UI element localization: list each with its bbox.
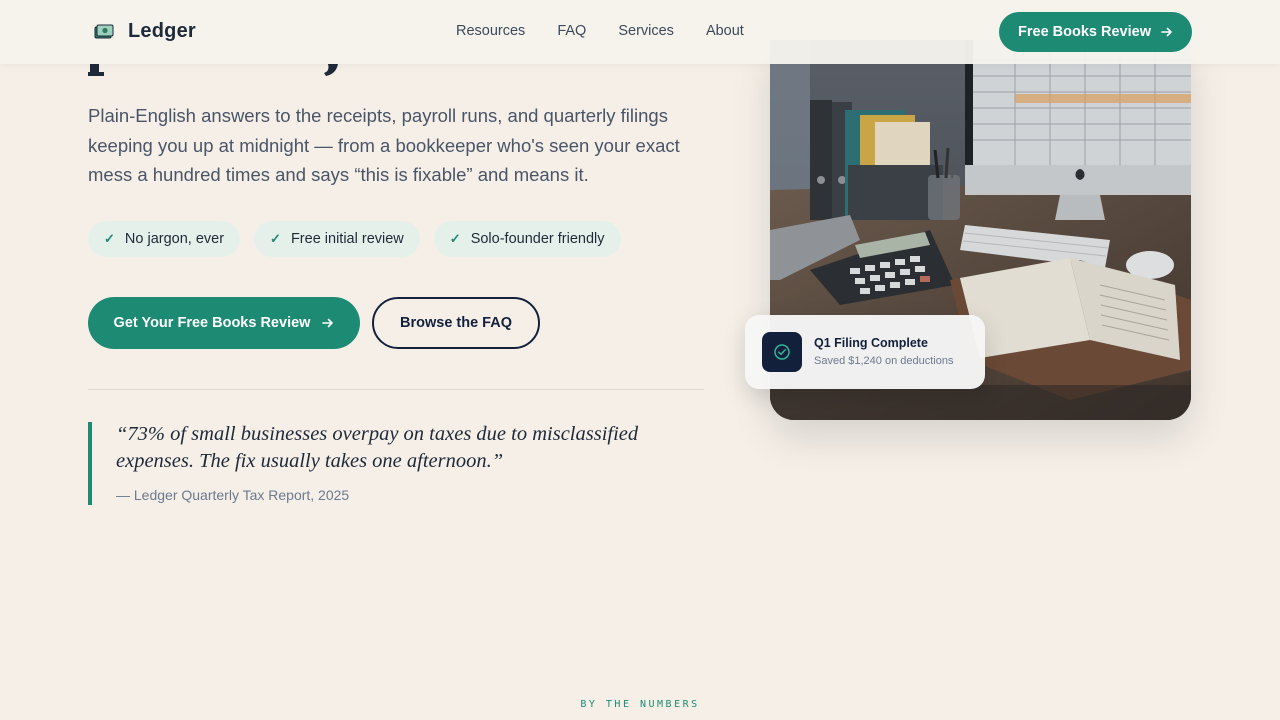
toast-title: Q1 Filing Complete bbox=[814, 336, 928, 350]
arrow-right-icon bbox=[1161, 27, 1172, 37]
check-circle-icon bbox=[762, 332, 802, 372]
feature-chips: ✓ No jargon, ever ✓ Free initial review … bbox=[88, 221, 621, 257]
secondary-cta-label: Browse the FAQ bbox=[400, 315, 512, 331]
check-icon: ✓ bbox=[449, 231, 461, 246]
hero-subtitle: Plain-English answers to the receipts, p… bbox=[88, 105, 680, 185]
ledger-money-icon bbox=[94, 24, 114, 38]
nav-link-resources[interactable]: Resources bbox=[456, 23, 525, 39]
pull-quote: “73% of small businesses overpay on taxe… bbox=[116, 423, 639, 472]
main-nav: Resources FAQ Services About bbox=[456, 23, 744, 39]
divider bbox=[88, 389, 704, 390]
brand-logo[interactable]: Ledger bbox=[94, 20, 196, 43]
chip-no-jargon: ✓ No jargon, ever bbox=[88, 221, 241, 257]
header-cta-label: Free Books Review bbox=[1018, 24, 1151, 40]
quote-accent-bar bbox=[88, 422, 92, 505]
chip-free-review: ✓ Free initial review bbox=[254, 221, 420, 257]
nav-link-faq[interactable]: FAQ bbox=[557, 23, 586, 39]
site-header: Ledger Resources FAQ Services About Free… bbox=[0, 0, 1280, 64]
primary-cta-label: Get Your Free Books Review bbox=[113, 315, 311, 331]
nav-link-services[interactable]: Services bbox=[618, 23, 674, 39]
chip-label: Free initial review bbox=[290, 231, 404, 247]
chip-solo-founder: ✓ Solo-founder friendly bbox=[433, 221, 621, 257]
chip-label: No jargon, ever bbox=[124, 231, 225, 247]
arrow-right-icon bbox=[322, 318, 334, 328]
browse-faq-button[interactable]: Browse the FAQ bbox=[372, 297, 540, 349]
quote-source: — Ledger Quarterly Tax Report, 2025 bbox=[116, 487, 350, 503]
filing-status-card: Q1 Filing Complete Saved $1,240 on deduc… bbox=[745, 315, 985, 389]
get-free-review-button[interactable]: Get Your Free Books Review bbox=[88, 297, 360, 349]
check-icon: ✓ bbox=[270, 231, 281, 246]
brand-name: Ledger bbox=[128, 20, 196, 42]
toast-subtitle: Saved $1,240 on deductions bbox=[814, 355, 954, 367]
nav-link-about[interactable]: About bbox=[706, 23, 744, 39]
section-eyebrow-label: BY THE NUMBERS bbox=[580, 699, 700, 710]
header-cta-button[interactable]: Free Books Review bbox=[999, 12, 1192, 52]
chip-label: Solo-founder friendly bbox=[470, 231, 605, 247]
check-icon: ✓ bbox=[104, 231, 115, 246]
